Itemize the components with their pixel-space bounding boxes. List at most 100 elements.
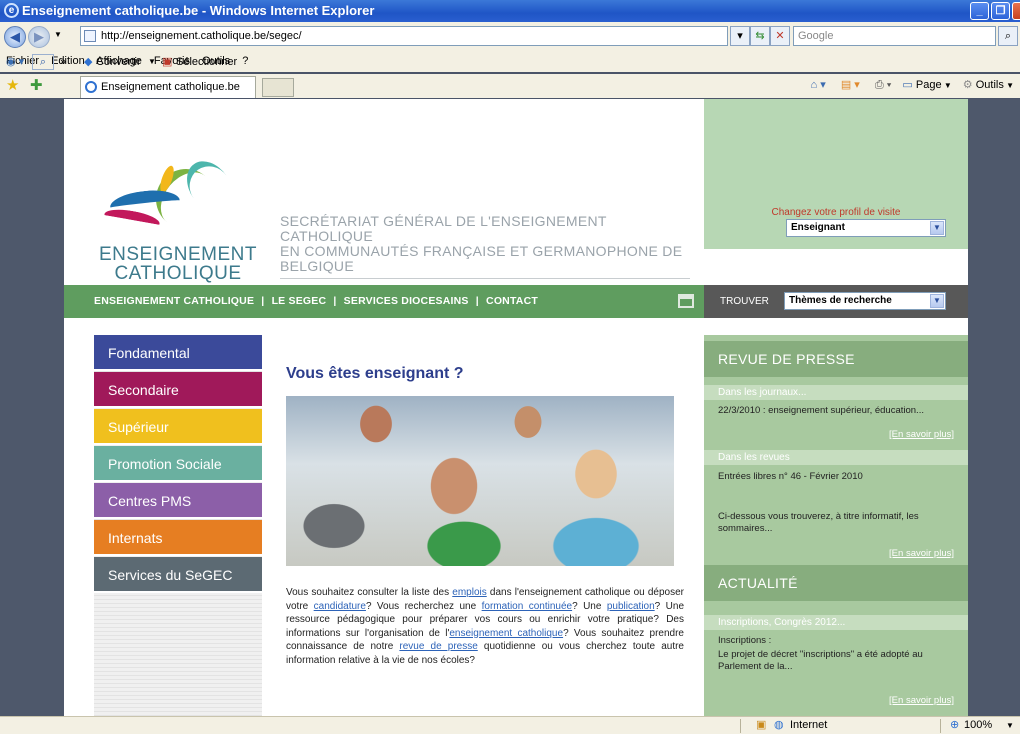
home-icon[interactable]: ⌂ ▾	[811, 79, 826, 91]
address-url: http://enseignement.catholique.be/segec/	[101, 30, 302, 42]
page-title: Vous êtes enseignant ?	[286, 365, 464, 382]
inscriptions-text: Le projet de décret "inscriptions" a été…	[718, 649, 923, 672]
page-viewport: ENSEIGNEMENT CATHOLIQUE SECRÉTARIAT GÉNÉ…	[0, 99, 1020, 716]
leftnav-promotion-sociale[interactable]: Promotion Sociale	[94, 446, 262, 482]
zoom-level[interactable]: 100%	[964, 717, 992, 734]
actualite-heading: ACTUALITÉ	[704, 565, 968, 601]
back-arrow-icon[interactable]: ◀	[4, 26, 26, 48]
website: ENSEIGNEMENT CATHOLIQUE SECRÉTARIAT GÉNÉ…	[64, 99, 968, 716]
close-icon[interactable]	[1012, 2, 1020, 20]
revue-presse-heading: REVUE DE PRESSE	[704, 341, 968, 377]
nav-le-segec[interactable]: LE SEGEC	[272, 295, 327, 307]
chevron-down-icon: ▼	[930, 221, 944, 235]
selectionner-button[interactable]: Sélectionner	[176, 52, 237, 72]
site-tagline: SECRÉTARIAT GÉNÉRAL DE L'ENSEIGNEMENT CA…	[280, 214, 690, 279]
new-tab-button[interactable]	[262, 78, 294, 97]
favorites-star-icon[interactable]: ★	[6, 76, 19, 94]
leftnav-services-segec[interactable]: Services du SeGEC	[94, 557, 262, 593]
find-icon[interactable]: ⌕	[32, 54, 54, 70]
find-value: Thèmes de recherche	[789, 295, 892, 306]
maximize-icon[interactable]: ❐	[991, 2, 1010, 20]
nav-services-diocesains[interactable]: SERVICES DIOCESAINS	[344, 295, 469, 307]
revues-text: Entrées libres n° 46 - Février 2010	[718, 471, 863, 482]
nav-enseignement-catholique[interactable]: ENSEIGNEMENT CATHOLIQUE	[94, 295, 254, 307]
link-revue-de-presse[interactable]: revue de presse	[399, 641, 477, 652]
journaux-heading[interactable]: Dans les journaux...	[704, 385, 968, 400]
leftnav-label: Supérieur	[108, 419, 169, 435]
zone-label: Internet	[790, 719, 828, 731]
nav-separator: |	[475, 295, 479, 307]
status-separator	[940, 719, 941, 733]
tools-menu-button[interactable]: Outils	[976, 79, 1004, 91]
search-input[interactable]: Google	[793, 26, 996, 46]
search-icon[interactable]: ⌕	[998, 26, 1018, 46]
profile-strip	[704, 249, 968, 285]
journaux-more-link[interactable]: [En savoir plus]	[889, 429, 954, 440]
leftnav-label: Centres PMS	[108, 493, 192, 509]
leftnav-internats[interactable]: Internats	[94, 520, 262, 556]
history-dropdown-icon[interactable]: ▼	[54, 30, 62, 39]
page-menu-icon: ▭	[902, 79, 913, 91]
convertir-dropdown-icon[interactable]: ▼	[148, 52, 156, 72]
text-fragment: ? Une	[572, 600, 607, 612]
tab-current[interactable]: Enseignement catholique.be	[80, 76, 256, 98]
search-placeholder: Google	[798, 30, 834, 42]
zoom-dropdown-icon[interactable]: ▼	[1006, 717, 1014, 734]
convertir-button[interactable]: Convertir	[96, 52, 141, 72]
leftnav-centres-pms[interactable]: Centres PMS	[94, 483, 262, 519]
inscriptions-more-link[interactable]: [En savoir plus]	[889, 695, 954, 706]
journaux-text: 22/3/2010 : enseignement supérieur, éduc…	[718, 405, 924, 416]
link-emplois[interactable]: emplois	[452, 587, 486, 598]
inscriptions-label: Inscriptions :	[718, 635, 772, 646]
nav-separator: |	[333, 295, 337, 307]
page-menu-button[interactable]: Page	[916, 79, 942, 91]
find-label: TROUVER	[720, 296, 769, 307]
link-candidature[interactable]: candidature	[314, 601, 366, 612]
add-favorite-icon[interactable]: ✚	[30, 76, 43, 94]
print-page-icon[interactable]	[678, 294, 694, 308]
revues-heading[interactable]: Dans les revues	[704, 450, 968, 465]
revues-text-2: Ci-dessous vous trouverez, à titre infor…	[718, 511, 919, 534]
leftnav-label: Promotion Sociale	[108, 456, 222, 472]
ie-logo-icon: e	[4, 3, 19, 18]
logo-line-1: ENSEIGNEMENT	[98, 244, 258, 265]
address-dropdown-icon[interactable]: ▾	[730, 26, 750, 46]
profile-label: Changez votre profil de visite	[771, 207, 901, 218]
find-bar: TROUVER Thèmes de recherche ▼	[704, 285, 968, 318]
feeds-icon[interactable]: ▤ ▾	[841, 79, 860, 91]
tools-icon[interactable]: ◉ ▾	[6, 52, 24, 72]
leftnav-label: Services du SeGEC	[108, 567, 233, 583]
left-navigation: Fondamental Secondaire Supérieur Promoti…	[94, 335, 262, 716]
minimize-icon[interactable]: _	[970, 2, 989, 20]
link-publication[interactable]: publication	[607, 601, 655, 612]
leftnav-superieur[interactable]: Supérieur	[94, 409, 262, 445]
link-formation-continuee[interactable]: formation continuée	[482, 601, 572, 612]
favorites-tab-bar: ★ ✚ Enseignement catholique.be ⌂ ▾ ▤ ▾ ⎙…	[0, 74, 1020, 98]
nav-contact[interactable]: CONTACT	[486, 295, 538, 307]
link-enseignement-catholique[interactable]: enseignement catholique	[449, 628, 563, 639]
leftnav-secondaire[interactable]: Secondaire	[94, 372, 262, 408]
expand-chevron[interactable]: »	[60, 52, 66, 72]
address-bar[interactable]: http://enseignement.catholique.be/segec/	[80, 26, 728, 46]
refresh-icon[interactable]: ⇆	[750, 26, 770, 46]
find-select[interactable]: Thèmes de recherche ▼	[784, 292, 946, 310]
profile-value: Enseignant	[791, 222, 845, 233]
forward-arrow-icon[interactable]: ▶	[28, 26, 50, 48]
tools-gear-icon: ⚙	[962, 79, 973, 91]
logo[interactable]: ENSEIGNEMENT CATHOLIQUE	[64, 99, 274, 285]
print-icon[interactable]: ⎙ ▾	[875, 79, 891, 91]
protected-mode-icon: ▣	[756, 719, 767, 731]
profile-select[interactable]: Enseignant ▼	[786, 219, 946, 237]
leftnav-label: Fondamental	[108, 345, 190, 361]
nav-separator: |	[261, 295, 265, 307]
select-icon: ▣	[162, 56, 173, 68]
leftnav-label: Internats	[108, 530, 163, 546]
links-toolbar: ◉ ▾ ⌕ » ◆ Convertir ▼ ▣ Sélectionner	[0, 52, 1020, 72]
tagline-line-1: SECRÉTARIAT GÉNÉRAL DE L'ENSEIGNEMENT CA…	[280, 213, 607, 244]
top-navigation: ENSEIGNEMENT CATHOLIQUE | LE SEGEC | SER…	[64, 285, 704, 318]
tagline-line-2: EN COMMUNAUTÉS FRANÇAISE ET GERMANOPHONE…	[280, 243, 683, 274]
inscriptions-heading[interactable]: Inscriptions, Congrès 2012...	[704, 615, 968, 630]
revues-more-link[interactable]: [En savoir plus]	[889, 548, 954, 559]
stop-icon[interactable]: ✕	[770, 26, 790, 46]
leftnav-fondamental[interactable]: Fondamental	[94, 335, 262, 371]
